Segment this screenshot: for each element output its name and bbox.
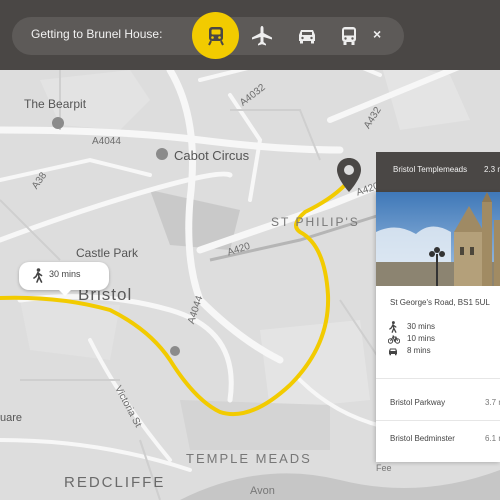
car-icon (298, 29, 315, 43)
map-label-square: uare (0, 412, 23, 424)
page-title: Getting to Brunel House: (31, 27, 163, 41)
map-label-cabot-circus: Cabot Circus (174, 148, 250, 163)
station-photo (376, 192, 500, 286)
travel-time-bike-text: 10 mins (407, 334, 436, 343)
map-label-temple-meads: Temple Meads (186, 451, 312, 466)
walking-icon (33, 268, 43, 283)
travel-time-car-text: 8 mins (407, 346, 431, 355)
travel-time-walk: 30 mins (388, 321, 435, 333)
mode-train-button[interactable] (192, 12, 239, 59)
walk-time-text: 30 mins (49, 269, 81, 279)
bus-icon (341, 26, 356, 45)
car-icon (389, 348, 397, 355)
destination-name: Bristol Templemeads (393, 165, 468, 174)
travel-time-bike: 10 mins (388, 333, 435, 345)
map-label-fee: Fee (376, 463, 392, 473)
map-label-redcliffe: Redcliffe (64, 474, 166, 491)
destination-card: St George's Road, BS1 5UL 30 mins 10 min… (376, 192, 500, 462)
mode-car-button[interactable] (283, 12, 330, 59)
travel-time-walk-text: 30 mins (407, 322, 436, 331)
station-distance-bedminster: 6.1 m (485, 434, 500, 443)
station-name-bedminster[interactable]: Bristol Bedminster (390, 434, 455, 443)
destination-distance: 2.3 m (484, 165, 500, 174)
bicycle-icon (388, 335, 400, 344)
destination-pin-icon[interactable] (336, 157, 362, 193)
destination-address: St George's Road, BS1 5UL (390, 298, 490, 307)
divider (376, 420, 500, 421)
map-label-st-philips: St Philip's (271, 215, 360, 229)
station-name-parkway[interactable]: Bristol Parkway (390, 398, 445, 407)
divider (376, 378, 500, 379)
map-label-castle-park: Castle Park (76, 246, 139, 260)
close-button[interactable]: × (373, 26, 381, 42)
train-icon (207, 26, 224, 45)
mode-bus-button[interactable] (325, 12, 372, 59)
travel-time-car: 8 mins (388, 345, 431, 357)
map-label-the-bearpit: The Bearpit (24, 97, 87, 111)
walking-icon (389, 321, 397, 333)
mode-plane-button[interactable] (238, 12, 285, 59)
road-label-a4044-north: A4044 (92, 136, 121, 147)
map-label-avon: Avon (250, 485, 275, 497)
plane-icon (251, 25, 272, 45)
station-distance-parkway: 3.7 m (485, 398, 500, 407)
walk-time-callout: 30 mins (19, 262, 109, 296)
